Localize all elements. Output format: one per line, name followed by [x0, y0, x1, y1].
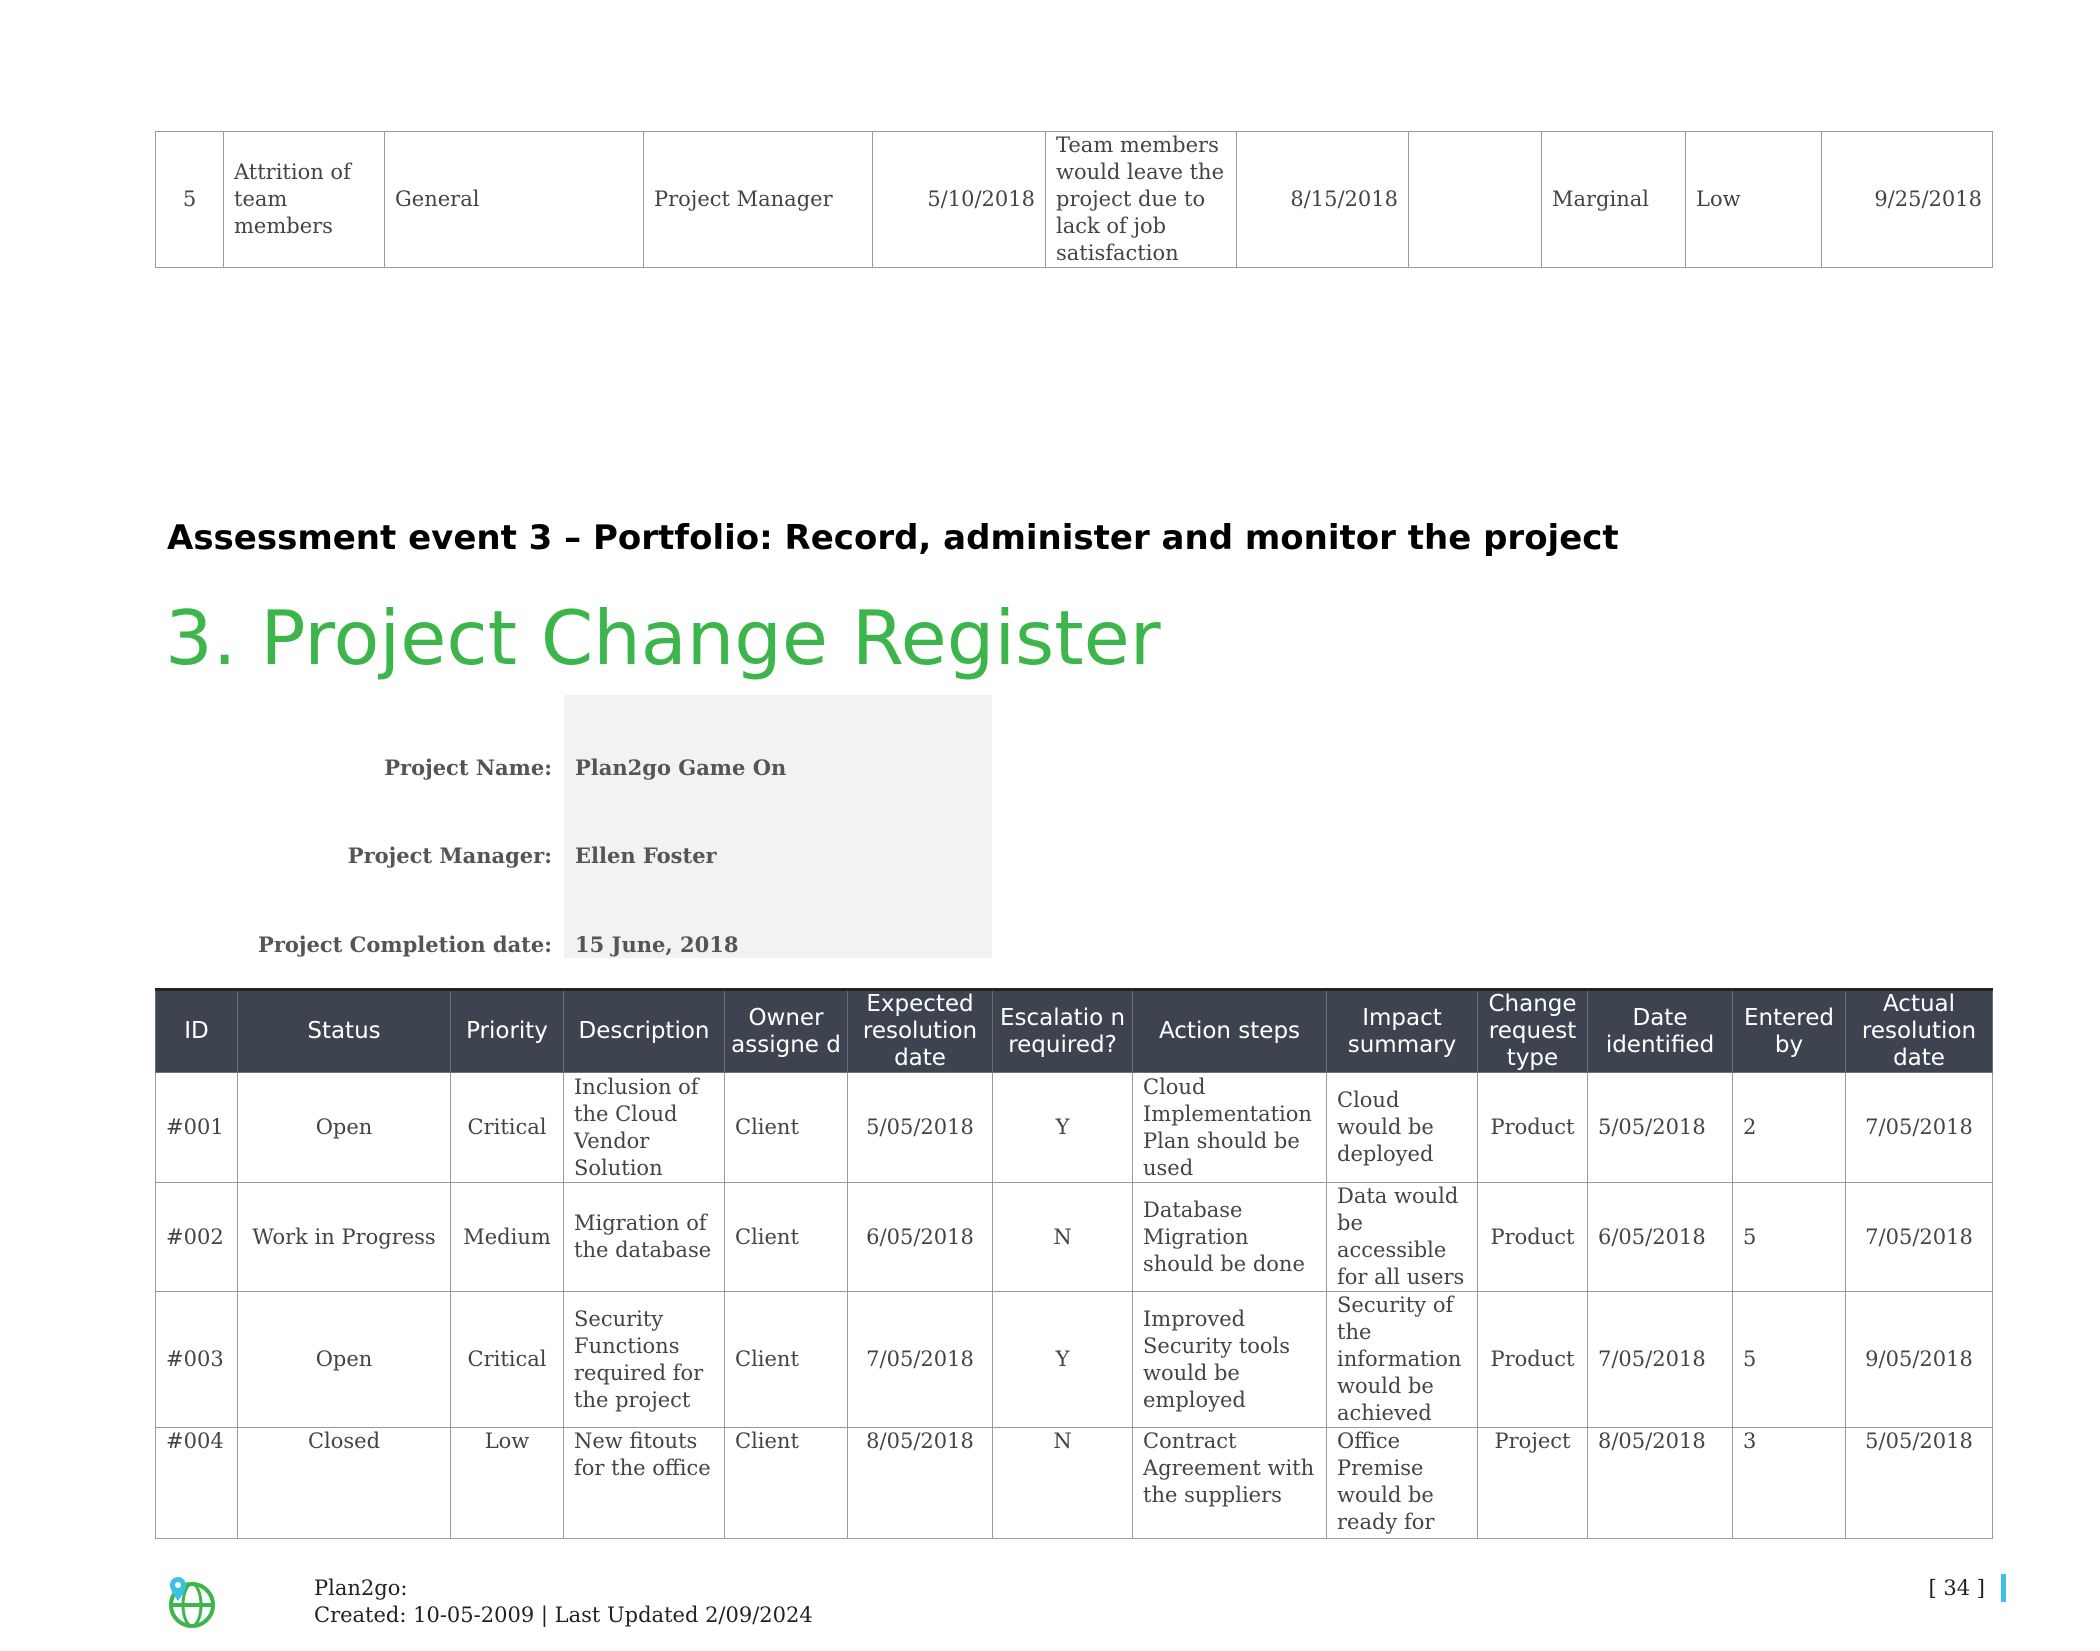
- risk-date-3: 9/25/2018: [1821, 131, 1993, 268]
- table-row: #002 Work in Progress Medium Migration of t…: [155, 1182, 1993, 1292]
- cell-date-identified: 7/05/2018: [1587, 1291, 1733, 1428]
- cell-action-steps: Cloud Implementation Plan should be used: [1132, 1072, 1327, 1183]
- risk-likelihood: Low: [1685, 131, 1822, 268]
- header-impact-summary: Impact summary: [1326, 989, 1478, 1073]
- header-actual-date: Actual resolution date: [1845, 989, 1993, 1073]
- header-date-identified: Date identified: [1587, 989, 1733, 1073]
- cell-priority: Critical: [450, 1072, 564, 1183]
- header-priority: Priority: [450, 989, 564, 1073]
- cell-entered-by: 3: [1732, 1427, 1846, 1539]
- page-accent-bar: [2001, 1574, 2006, 1602]
- header-owner: Owner assigne d: [724, 989, 848, 1073]
- cell-entered-by: 2: [1732, 1072, 1846, 1183]
- project-name-label: Project Name:: [384, 755, 552, 780]
- cell-priority: Low: [450, 1427, 564, 1539]
- cell-id: #004: [155, 1427, 238, 1539]
- completion-date-value: 15 June, 2018: [575, 932, 739, 957]
- cell-date-identified: 6/05/2018: [1587, 1182, 1733, 1292]
- cell-date-identified: 5/05/2018: [1587, 1072, 1733, 1183]
- cell-description: Inclusion of the Cloud Vendor Solution: [563, 1072, 725, 1183]
- risk-category: General: [384, 131, 644, 268]
- cell-priority: Critical: [450, 1291, 564, 1428]
- cell-description: Security Functions required for the proj…: [563, 1291, 725, 1428]
- risk-date: 5/10/2018: [872, 131, 1046, 268]
- cell-action-steps: Contract Agreement with the suppliers: [1132, 1427, 1327, 1539]
- header-change-type: Change request type: [1477, 989, 1588, 1073]
- cell-status: Closed: [237, 1427, 451, 1539]
- table-row: #003 Open Critical Security Functions requi…: [155, 1291, 1993, 1428]
- cell-change-type: Project: [1477, 1427, 1588, 1539]
- cell-action-steps: Improved Security tools would be employe…: [1132, 1291, 1327, 1428]
- cell-entered-by: 5: [1732, 1182, 1846, 1292]
- cell-status: Open: [237, 1072, 451, 1183]
- cell-id: #001: [155, 1072, 238, 1183]
- risk-date-2: 8/15/2018: [1236, 131, 1409, 268]
- header-escalation: Escalatio n required?: [992, 989, 1133, 1073]
- cell-escalation: Y: [992, 1291, 1133, 1428]
- cell-owner: Client: [724, 1182, 848, 1292]
- cell-impact-summary: Data would be accessible for all users: [1326, 1182, 1478, 1292]
- cell-owner: Client: [724, 1072, 848, 1183]
- table-row: #001 Open Critical Inclusion of the Cloud V…: [155, 1072, 1993, 1183]
- header-status: Status: [237, 989, 451, 1073]
- cell-change-type: Product: [1477, 1072, 1588, 1183]
- risk-register-table: 5 Attrition of team members General Proj…: [155, 131, 1993, 268]
- project-name-value: Plan2go Game On: [575, 755, 787, 780]
- cell-actual-date: 7/05/2018: [1845, 1182, 1993, 1292]
- cell-impact-summary: Security of the information would be ach…: [1326, 1291, 1478, 1428]
- cell-owner: Client: [724, 1427, 848, 1539]
- cell-date-identified: 8/05/2018: [1587, 1427, 1733, 1539]
- project-manager-label: Project Manager:: [347, 843, 552, 868]
- cell-change-type: Product: [1477, 1182, 1588, 1292]
- cell-change-type: Product: [1477, 1291, 1588, 1428]
- footer-company: Plan2go:: [314, 1576, 408, 1600]
- risk-impact: Marginal: [1541, 131, 1686, 268]
- globe-pin-icon: [169, 1577, 215, 1628]
- cell-escalation: N: [992, 1182, 1133, 1292]
- cell-actual-date: 9/05/2018: [1845, 1291, 1993, 1428]
- risk-name: Attrition of team members: [223, 131, 385, 268]
- cell-id: #002: [155, 1182, 238, 1292]
- cell-description: Migration of the database: [563, 1182, 725, 1292]
- cell-priority: Medium: [450, 1182, 564, 1292]
- header-entered-by: Entered by: [1732, 989, 1846, 1073]
- project-manager-value: Ellen Foster: [575, 843, 717, 868]
- cell-actual-date: 5/05/2018: [1845, 1427, 1993, 1539]
- cell-escalation: N: [992, 1427, 1133, 1539]
- cell-status: Open: [237, 1291, 451, 1428]
- cell-entered-by: 5: [1732, 1291, 1846, 1428]
- cell-impact-summary: Office Premise would be ready for: [1326, 1427, 1478, 1539]
- header-expected-date: Expected resolution date: [847, 989, 993, 1073]
- completion-date-label: Project Completion date:: [258, 932, 552, 957]
- table-row: 5 Attrition of team members General Proj…: [155, 131, 1993, 268]
- footer-created: Created: 10-05-2009 | Last Updated 2/09/…: [314, 1603, 813, 1627]
- project-info-box: [564, 695, 992, 958]
- cell-id: #003: [155, 1291, 238, 1428]
- risk-owner: Project Manager: [643, 131, 873, 268]
- cell-expected-date: 8/05/2018: [847, 1427, 993, 1539]
- risk-description: Team members would leave the project due…: [1045, 131, 1237, 268]
- page-title: 3. Project Change Register: [165, 594, 1161, 682]
- table-row: #004 Closed Low New fitouts for the office C…: [155, 1427, 1993, 1539]
- page-number: [ 34 ]: [1928, 1576, 1985, 1600]
- cell-actual-date: 7/05/2018: [1845, 1072, 1993, 1183]
- cell-expected-date: 7/05/2018: [847, 1291, 993, 1428]
- cell-description: New fitouts for the office: [563, 1427, 725, 1539]
- cell-action-steps: Database Migration should be done: [1132, 1182, 1327, 1292]
- change-register-table: ID Status Priority Description Owner assigne…: [155, 988, 1993, 1539]
- cell-expected-date: 6/05/2018: [847, 1182, 993, 1292]
- cell-owner: Client: [724, 1291, 848, 1428]
- risk-id: 5: [155, 131, 224, 268]
- cell-expected-date: 5/05/2018: [847, 1072, 993, 1183]
- header-action-steps: Action steps: [1132, 989, 1327, 1073]
- table-header-row: ID Status Priority Description Owner assigne…: [155, 989, 1993, 1073]
- cell-impact-summary: Cloud would be deployed: [1326, 1072, 1478, 1183]
- cell-escalation: Y: [992, 1072, 1133, 1183]
- cell-status: Work in Progress: [237, 1182, 451, 1292]
- risk-blank: [1408, 131, 1542, 268]
- section-heading: Assessment event 3 – Portfolio: Record, …: [167, 518, 1619, 558]
- header-id: ID: [155, 989, 238, 1073]
- header-description: Description: [563, 989, 725, 1073]
